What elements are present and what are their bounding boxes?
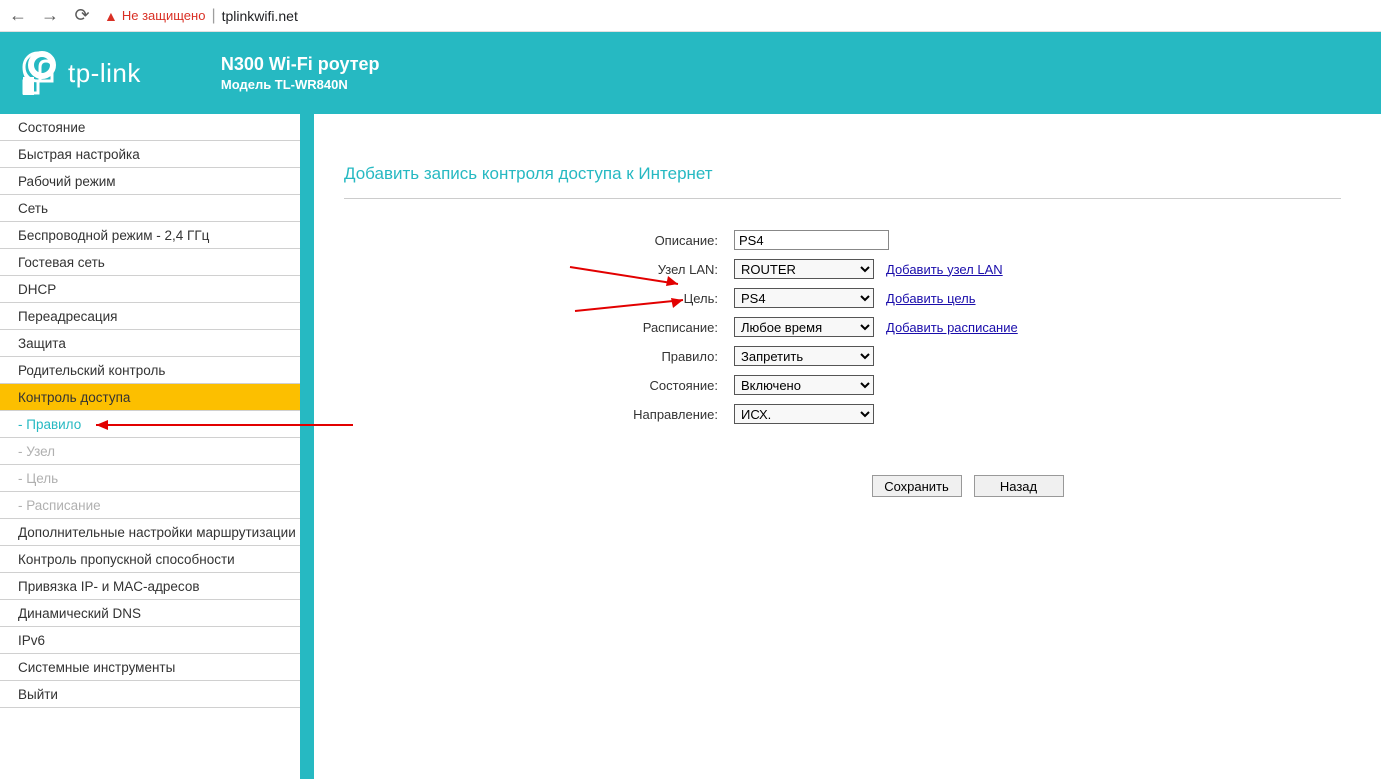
row-description: Описание: [344,229,1341,251]
sidebar-item-16[interactable]: Контроль пропускной способности [0,546,300,573]
row-schedule: Расписание: Любое время Добавить расписа… [344,316,1341,338]
warning-icon: ▲ [104,8,118,24]
label-lan-node: Узел LAN: [344,262,734,277]
sidebar-item-14[interactable]: - Расписание [0,492,300,519]
row-lan-node: Узел LAN: ROUTER Добавить узел LAN [344,258,1341,280]
label-target: Цель: [344,291,734,306]
select-target[interactable]: PS4 [734,288,874,308]
sidebar-item-15[interactable]: Дополнительные настройки маршрутизации [0,519,300,546]
sidebar-item-11[interactable]: - Правило [0,411,300,438]
content-area: СостояниеБыстрая настройкаРабочий режимС… [0,114,1381,779]
sidebar-item-19[interactable]: IPv6 [0,627,300,654]
logo-text: tp-link [68,58,141,89]
save-button[interactable]: Сохранить [872,475,962,497]
product-model: Модель TL-WR840N [221,77,380,92]
sidebar-item-4[interactable]: Беспроводной режим - 2,4 ГГц [0,222,300,249]
page-title: Добавить запись контроля доступа к Интер… [344,164,1341,184]
tp-link-logo-icon [20,49,60,97]
sidebar-item-12[interactable]: - Узел [0,438,300,465]
sidebar-item-6[interactable]: DHCP [0,276,300,303]
reload-icon[interactable]: ⟳ [72,5,92,26]
security-text: Не защищено [122,8,206,23]
row-direction: Направление: ИСХ. [344,403,1341,425]
link-add-lan-node[interactable]: Добавить узел LAN [886,262,1003,277]
sidebar-item-10[interactable]: Контроль доступа [0,384,300,411]
sidebar-item-0[interactable]: Состояние [0,114,300,141]
row-status: Состояние: Включено [344,374,1341,396]
select-rule[interactable]: Запретить [734,346,874,366]
label-direction: Направление: [344,407,734,422]
main-panel: Добавить запись контроля доступа к Интер… [314,114,1381,779]
label-schedule: Расписание: [344,320,734,335]
app-header: tp-link N300 Wi-Fi роутер Модель TL-WR84… [0,32,1381,114]
sidebar-item-21[interactable]: Выйти [0,681,300,708]
label-description: Описание: [344,233,734,248]
sidebar: СостояниеБыстрая настройкаРабочий режимС… [0,114,314,779]
sidebar-item-20[interactable]: Системные инструменты [0,654,300,681]
product-info: N300 Wi-Fi роутер Модель TL-WR840N [221,54,380,92]
back-icon[interactable]: ← [8,5,28,26]
product-title: N300 Wi-Fi роутер [221,54,380,75]
sidebar-item-8[interactable]: Защита [0,330,300,357]
row-rule: Правило: Запретить [344,345,1341,367]
sidebar-item-18[interactable]: Динамический DNS [0,600,300,627]
forward-icon[interactable]: → [40,5,60,26]
select-lan-node[interactable]: ROUTER [734,259,874,279]
back-button[interactable]: Назад [974,475,1064,497]
label-status: Состояние: [344,378,734,393]
sidebar-item-3[interactable]: Сеть [0,195,300,222]
security-warning: ▲ Не защищено [104,8,205,24]
sidebar-item-2[interactable]: Рабочий режим [0,168,300,195]
browser-toolbar: ← → ⟳ ▲ Не защищено | tplinkwifi.net [0,0,1381,32]
logo: tp-link [20,49,141,97]
sidebar-item-13[interactable]: - Цель [0,465,300,492]
select-direction[interactable]: ИСХ. [734,404,874,424]
sidebar-item-17[interactable]: Привязка IP- и MAC-адресов [0,573,300,600]
link-add-schedule[interactable]: Добавить расписание [886,320,1018,335]
button-row: Сохранить Назад [344,475,1341,497]
url-separator: | [211,7,215,25]
url-text: tplinkwifi.net [222,8,298,24]
select-schedule[interactable]: Любое время [734,317,874,337]
sidebar-item-9[interactable]: Родительский контроль [0,357,300,384]
input-description[interactable] [734,230,889,250]
label-rule: Правило: [344,349,734,364]
row-target: Цель: PS4 Добавить цель [344,287,1341,309]
address-bar[interactable]: ▲ Не защищено | tplinkwifi.net [104,7,1373,25]
sidebar-item-1[interactable]: Быстрая настройка [0,141,300,168]
sidebar-item-7[interactable]: Переадресация [0,303,300,330]
select-status[interactable]: Включено [734,375,874,395]
divider [344,198,1341,199]
link-add-target[interactable]: Добавить цель [886,291,976,306]
sidebar-item-5[interactable]: Гостевая сеть [0,249,300,276]
